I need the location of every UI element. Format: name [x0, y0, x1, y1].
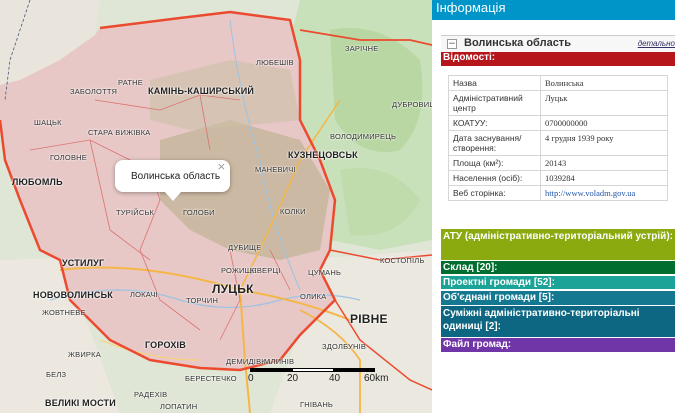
popup-text: Волинська область [131, 171, 221, 182]
map-label: КАМІНЬ-КАШИРСЬКИЙ [148, 86, 255, 96]
map-label: БЕЛЗ [46, 370, 67, 379]
map-label: ЛОКАЧІ [130, 290, 158, 299]
map-label: ТОРЧИН [186, 296, 219, 305]
section-project-communities[interactable]: Проектні громади [52]: [441, 276, 675, 289]
table-row: Населення (осіб): 1039284 [448, 170, 668, 186]
section-communities-file[interactable]: Файл громад: [441, 338, 675, 352]
scale-tick-label: 40 [329, 373, 341, 384]
table-row: Площа (км²): 20143 [448, 155, 668, 171]
map-label: ЖВИРКА [68, 350, 101, 359]
table-value: 1039284 [540, 170, 668, 186]
table-value: Волинська [540, 75, 668, 91]
map-label: ЛОПАТИН [160, 402, 198, 411]
table-value: 0700000000 [540, 115, 668, 131]
table-key: Площа (км²): [448, 155, 541, 171]
table-value: 4 грудня 1939 року [540, 130, 668, 156]
map-label: ВОЛОДИМИРЕЦЬ [330, 132, 397, 141]
map-label: ГОРОХІВ [145, 340, 186, 350]
table-row: Назва Волинська [448, 75, 668, 91]
table-key: КОАТУУ: [448, 115, 541, 131]
table-key: Дата заснування/ створення: [448, 130, 541, 156]
map-label: КУЗНЕЦОВСЬК [288, 150, 358, 160]
map-label: ДУБИЩЕ [228, 243, 262, 252]
scale-tick-label: 0 [248, 373, 254, 384]
map-label: ЗДОЛБУНІВ [322, 342, 367, 351]
panel-header: Інформація [432, 0, 675, 20]
table-key: Назва [448, 75, 541, 91]
map-label: СТАРА ВИЖІВКА [88, 128, 151, 137]
map-popup: Волинська область × [115, 160, 230, 201]
map-label: КІВЕРЦІ [250, 266, 281, 275]
map-label: НОВОВОЛИНСЬК [33, 290, 113, 300]
collapse-icon[interactable]: − [447, 39, 457, 49]
map-view[interactable]: ЗАРІЧНЕ ДУБРОВИЦЯ КАМІНЬ-КАШИРСЬКИЙ ЗАБО… [0, 0, 432, 413]
section-vidomosti[interactable]: Відомості: [441, 52, 675, 66]
map-label: БЕРЕСТЕЧКО [185, 374, 237, 383]
map-label: ЗАБОЛОТТЯ [70, 87, 118, 96]
popup-pointer [165, 192, 181, 201]
map-label: РАТНЕ [118, 78, 143, 87]
section-adjacent-units[interactable]: Суміжні адміністративно-територіальні од… [441, 306, 675, 337]
popup-close-icon[interactable]: × [217, 160, 226, 173]
details-link[interactable]: детально [638, 39, 675, 48]
map-label: ТУРІЙСЬК [116, 208, 155, 217]
map-label: УСТИЛУГ [62, 258, 105, 268]
map-label: ШАЦЬК [34, 118, 62, 127]
table-key: Веб сторінка: [448, 185, 541, 201]
oblast-name: Волинська область [464, 37, 571, 49]
map-label: МЛИНІВ [264, 357, 295, 366]
section-sklad[interactable]: Склад [20]: [441, 261, 675, 274]
table-row: Адміністративний центр Луцьк [448, 90, 668, 116]
map-label: РІВНЕ [350, 312, 388, 326]
table-key: Населення (осіб): [448, 170, 541, 186]
scale-bar-segment [292, 368, 334, 372]
info-table: Назва Волинська Адміністративний центр Луц… [448, 75, 668, 201]
website-link[interactable]: http://www.voladm.gov.ua [545, 188, 635, 198]
map-label: РАДЕХІВ [134, 390, 168, 399]
oblast-header: − Волинська область детально [441, 35, 675, 53]
map-label: КОСТОПІЛЬ [380, 256, 425, 265]
map-label: ЛЮБЕШІВ [256, 58, 294, 67]
map-label: ГОЛОБИ [183, 208, 215, 217]
info-panel: Інформація − Волинська область детально … [432, 0, 675, 413]
map-label: ЛУЦЬК [212, 282, 254, 296]
scale-tick-label: 60km [364, 373, 389, 384]
table-row: КОАТУУ: 0700000000 [448, 115, 668, 131]
table-key: Адміністративний центр [448, 90, 541, 116]
map-base-layer [0, 0, 432, 413]
map-label: ДУБРОВИЦЯ [392, 100, 432, 109]
scale-tick-label: 20 [287, 373, 299, 384]
map-label: ГОЛОВНЕ [50, 153, 87, 162]
map-label: ЛЮБОМЛЬ [12, 177, 63, 187]
table-value: 20143 [540, 155, 668, 171]
map-label: ВЕЛИКІ МОСТИ [45, 398, 116, 408]
map-label: МАНЕВИЧІ [255, 165, 296, 174]
table-value: Луцьк [540, 90, 668, 116]
table-row: Дата заснування/ створення: 4 грудня 1939… [448, 130, 668, 156]
map-label: ЖОВТНЕВЕ [42, 308, 86, 317]
table-row: Веб сторінка: http://www.voladm.gov.ua [448, 185, 668, 201]
panel-title: Інформація [436, 0, 506, 15]
section-united-communities[interactable]: Об'єднані громади [5]: [441, 291, 675, 305]
map-label: КОЛКИ [280, 207, 306, 216]
section-ato[interactable]: АТУ (адміністративно-територіальний устр… [441, 229, 675, 260]
map-label: ЗАРІЧНЕ [345, 44, 379, 53]
map-label: ЦУМАНЬ [308, 268, 342, 277]
map-label: ОЛИКА [300, 292, 327, 301]
map-label: ГНІВАНЬ [300, 400, 334, 409]
